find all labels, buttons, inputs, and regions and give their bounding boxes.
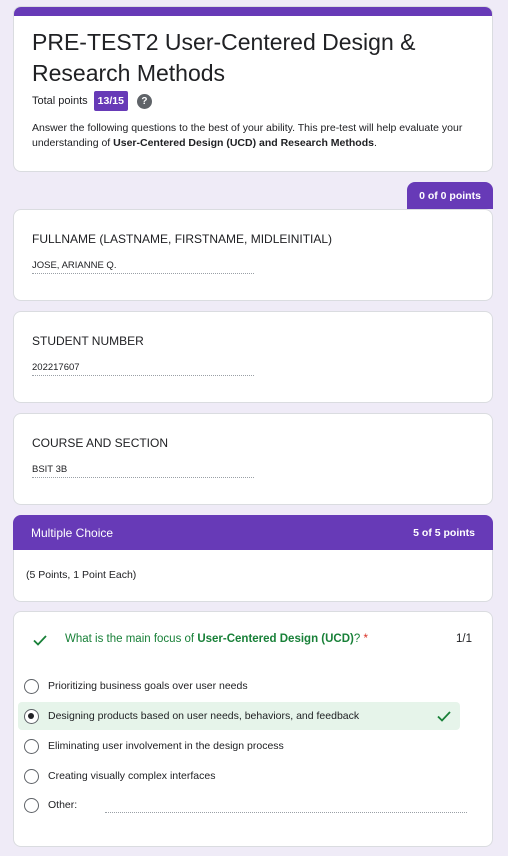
form-header-card: PRE-TEST2 User-Centered Design & Researc… xyxy=(13,6,493,172)
radio-button[interactable] xyxy=(24,768,39,784)
form-title: PRE-TEST2 User-Centered Design & Researc… xyxy=(32,29,416,86)
question-row: What is the main focus of User-Centered … xyxy=(32,632,478,648)
section-header: Multiple Choice 5 of 5 points xyxy=(13,515,493,550)
question-text: What is the main focus of User-Centered … xyxy=(65,633,368,645)
option-label: Other: xyxy=(48,799,78,811)
radio-button[interactable] xyxy=(24,797,39,813)
question-text-bold: User-Centered Design (UCD) xyxy=(197,633,354,645)
option-label: Eliminating user involvement in the desi… xyxy=(48,740,284,752)
question-text-start: What is the main focus of xyxy=(65,633,198,645)
section-title: Multiple Choice xyxy=(31,525,114,540)
fullname-answer: JOSE, ARIANNE Q. xyxy=(32,260,254,274)
section-description: (5 Points, 1 Point Each) xyxy=(26,569,137,581)
option-4[interactable]: Creating visually complex interfaces xyxy=(18,762,460,790)
radio-button-selected[interactable] xyxy=(24,708,39,724)
radio-button[interactable] xyxy=(24,738,39,754)
other-text-input[interactable] xyxy=(105,812,467,813)
option-1[interactable]: Prioritizing business goals over user ne… xyxy=(18,672,460,700)
header-accent-bar xyxy=(14,7,492,16)
section-description-card: (5 Points, 1 Point Each) xyxy=(13,550,493,602)
description-end: . xyxy=(373,137,377,149)
student-number-answer: 202217607 xyxy=(32,362,254,376)
fullname-label: FULLNAME (LASTNAME, FIRSTNAME, MIDLEINIT… xyxy=(32,232,333,246)
correct-check-icon xyxy=(33,635,47,646)
option-other[interactable]: Other: xyxy=(18,791,460,819)
total-points-label: Total points xyxy=(32,95,88,107)
radio-button[interactable] xyxy=(24,678,39,694)
course-section-answer: BSIT 3B xyxy=(32,464,254,478)
option-label: Prioritizing business goals over user ne… xyxy=(48,680,248,692)
option-label: Designing products based on user needs, … xyxy=(48,710,360,722)
form-description: Answer the following questions to the be… xyxy=(32,121,482,151)
total-score-badge: 13/15 xyxy=(93,91,128,111)
section-points: 5 of 5 points xyxy=(413,526,475,539)
description-bold-text: User-Centered Design (UCD) and Research … xyxy=(113,137,374,149)
section-points-tab: 0 of 0 points xyxy=(407,182,493,209)
option-2-selected-correct[interactable]: Designing products based on user needs, … xyxy=(18,702,460,730)
required-marker: * xyxy=(360,633,368,645)
question-score: 1/1 xyxy=(456,633,472,645)
course-section-card: COURSE AND SECTION BSIT 3B xyxy=(13,413,493,505)
fullname-card: FULLNAME (LASTNAME, FIRSTNAME, MIDLEINIT… xyxy=(13,209,493,301)
correct-answer-check-icon xyxy=(437,711,451,722)
option-label: Creating visually complex interfaces xyxy=(48,770,216,782)
student-number-card: STUDENT NUMBER 202217607 xyxy=(13,311,493,403)
total-points-row: Total points 13/15 ? xyxy=(32,91,152,111)
course-section-label: COURSE AND SECTION xyxy=(32,436,169,450)
help-icon[interactable]: ? xyxy=(136,93,152,109)
option-3[interactable]: Eliminating user involvement in the desi… xyxy=(18,732,460,760)
student-number-label: STUDENT NUMBER xyxy=(32,334,144,348)
